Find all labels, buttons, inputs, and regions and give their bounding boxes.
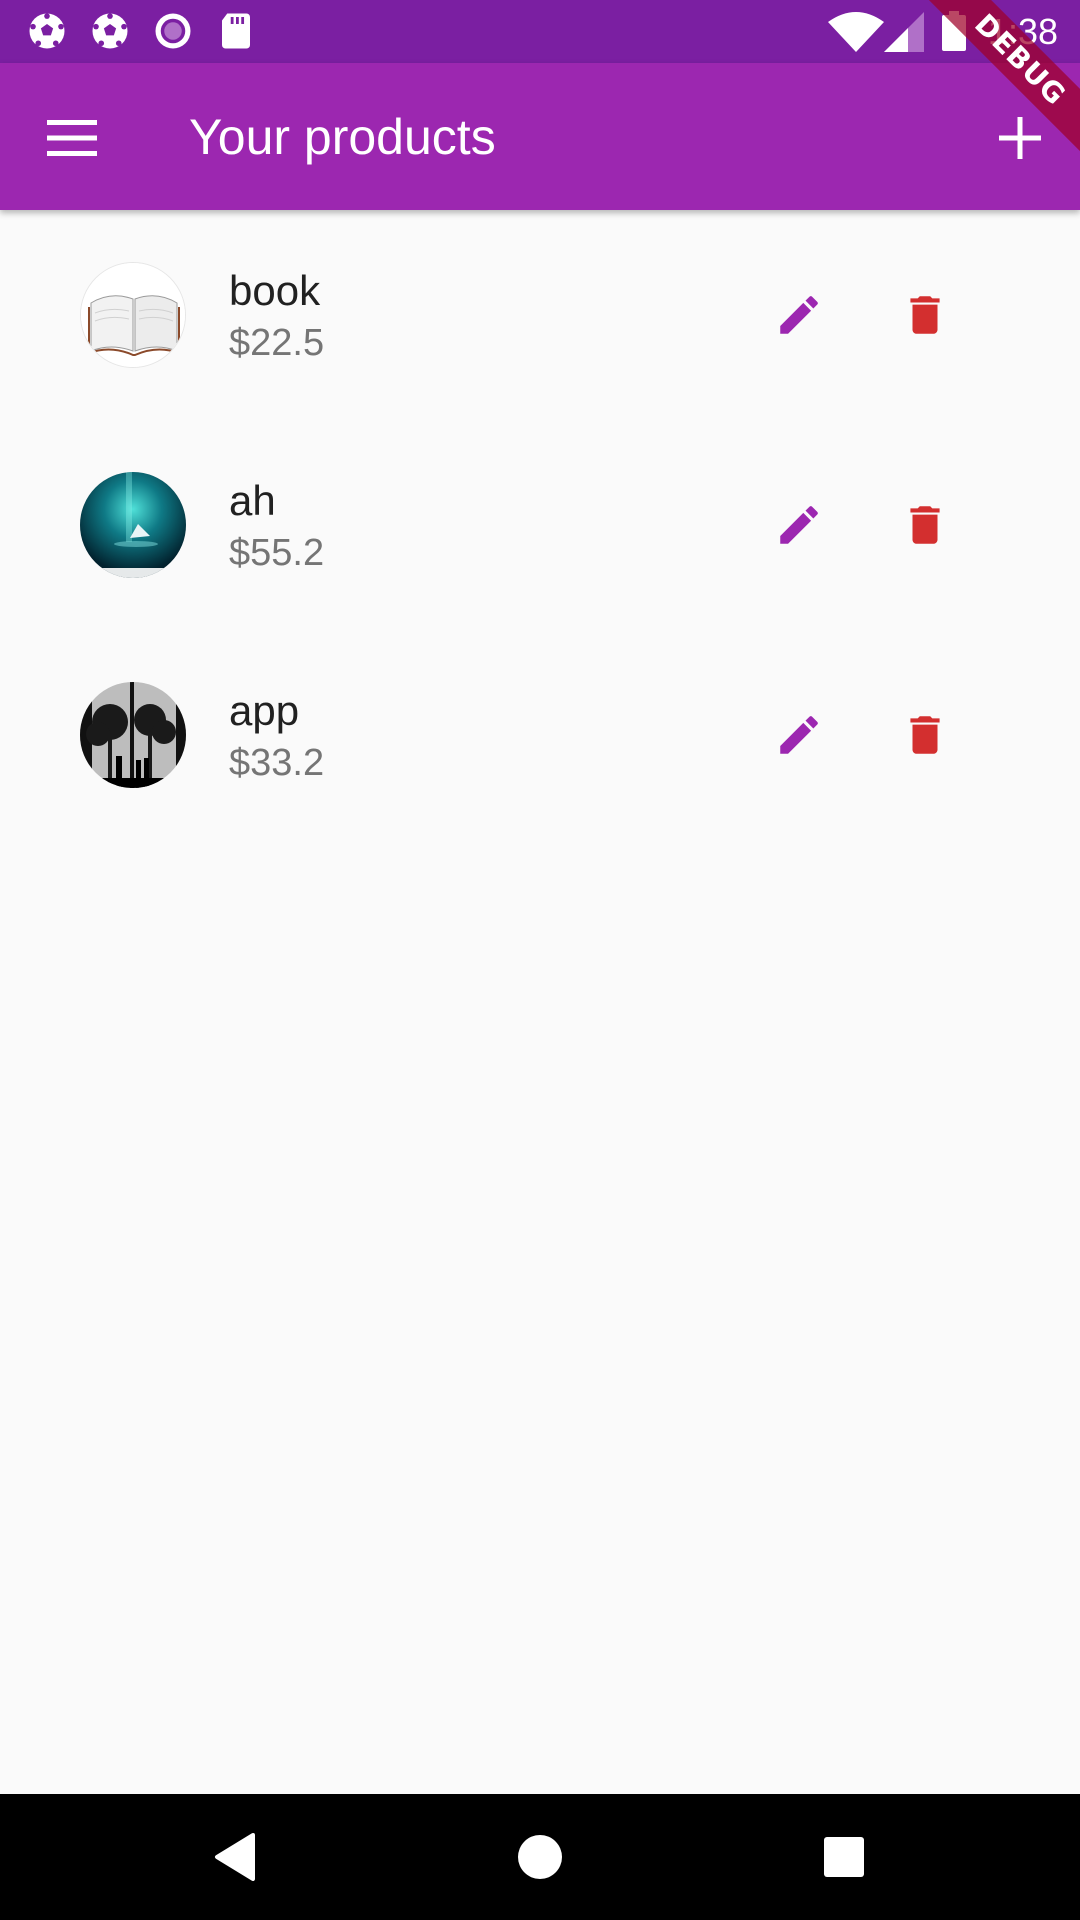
product-avatar bbox=[80, 472, 186, 578]
aurora-boat-image bbox=[80, 472, 186, 578]
cellular-signal-icon bbox=[884, 12, 924, 52]
menu-button[interactable] bbox=[30, 96, 114, 180]
delete-button[interactable] bbox=[883, 483, 967, 567]
menu-icon bbox=[47, 120, 97, 156]
product-price: $55.2 bbox=[229, 532, 325, 574]
edit-button[interactable] bbox=[757, 693, 841, 777]
edit-icon bbox=[780, 296, 818, 334]
soccer-ball-icon bbox=[29, 13, 65, 49]
product-avatar bbox=[80, 682, 186, 788]
delete-icon bbox=[910, 296, 940, 334]
delete-button[interactable] bbox=[883, 273, 967, 357]
home-icon bbox=[518, 1835, 562, 1879]
product-title: ah bbox=[229, 477, 276, 524]
home-button[interactable] bbox=[500, 1817, 580, 1897]
delete-icon bbox=[910, 506, 940, 544]
back-icon bbox=[215, 1833, 255, 1881]
delete-icon bbox=[910, 716, 940, 754]
product-price: $22.5 bbox=[229, 322, 325, 364]
tree-silhouette-image bbox=[80, 682, 186, 788]
record-icon bbox=[155, 13, 191, 49]
soccer-ball-icon bbox=[92, 13, 128, 49]
product-avatar bbox=[80, 262, 186, 368]
sd-card-icon bbox=[222, 13, 250, 49]
add-icon bbox=[999, 117, 1041, 159]
edit-icon bbox=[780, 716, 818, 754]
status-bar: 1:38 bbox=[0, 0, 1080, 63]
list-item: book $22.5 bbox=[0, 210, 1080, 410]
edit-button[interactable] bbox=[757, 483, 841, 567]
list-item: ah $55.2 bbox=[0, 420, 1080, 620]
wifi-icon bbox=[828, 12, 884, 52]
app-bar: Your products bbox=[0, 63, 1080, 210]
navigation-bar bbox=[0, 1794, 1080, 1920]
product-price: $33.2 bbox=[229, 742, 325, 784]
edit-button[interactable] bbox=[757, 273, 841, 357]
back-button[interactable] bbox=[195, 1817, 275, 1897]
recents-button[interactable] bbox=[804, 1817, 884, 1897]
product-title: app bbox=[229, 687, 300, 734]
delete-button[interactable] bbox=[883, 693, 967, 777]
recents-icon bbox=[824, 1837, 864, 1877]
edit-icon bbox=[780, 506, 818, 544]
open-book-image bbox=[81, 263, 185, 367]
list-item: app $33.2 bbox=[0, 630, 1080, 830]
page-title: Your products bbox=[189, 109, 496, 165]
product-title: book bbox=[229, 267, 321, 314]
